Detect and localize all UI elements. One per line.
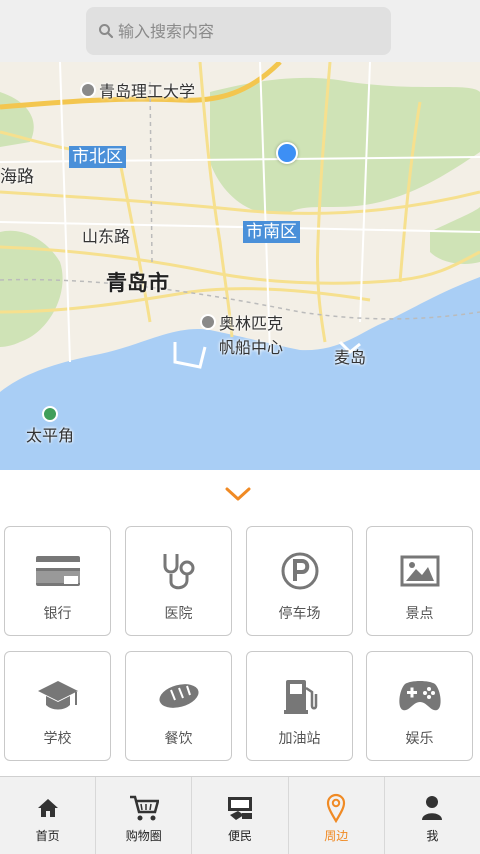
map-label-olympic-sailing-center[interactable]: 奥林匹克 帆船中心 — [200, 310, 283, 358]
map-label-taipingjiao[interactable]: 太平角 — [26, 406, 74, 446]
category-hospital[interactable]: 医院 — [125, 526, 232, 636]
category-food[interactable]: 餐饮 — [125, 651, 232, 761]
category-label: 学校 — [43, 731, 72, 747]
category-label: 停车场 — [278, 606, 321, 622]
location-pin-icon — [321, 793, 351, 823]
parking-icon — [276, 549, 324, 593]
fuel-pump-icon — [276, 674, 324, 718]
search-icon — [99, 24, 114, 39]
category-label: 医院 — [164, 606, 193, 622]
map-view[interactable]: 青岛理工大学 市北区 海路 山东路 市南区 青岛市 奥林匹克 帆船中心 麦岛 太… — [0, 62, 480, 470]
tab-label: 首页 — [35, 829, 60, 843]
tab-label: 我 — [426, 829, 439, 843]
category-label: 餐饮 — [164, 731, 193, 747]
map-label-maidao: 麦岛 — [334, 348, 367, 367]
category-label: 娱乐 — [405, 731, 434, 747]
university-label: 青岛理工大学 — [99, 82, 196, 101]
olympic-label-line1: 奥林匹克 — [219, 314, 284, 333]
map-label-road: 海路 — [0, 167, 34, 187]
picture-icon — [396, 549, 444, 593]
tab-nearby[interactable]: 周边 — [289, 777, 385, 854]
landmark-poi-icon — [200, 314, 216, 330]
tab-shopping[interactable]: 购物圈 — [96, 777, 193, 854]
user-icon — [417, 793, 447, 823]
bread-icon — [155, 674, 203, 718]
tab-label: 便民 — [228, 829, 253, 843]
map-label-shibei: 市北区 — [69, 146, 126, 168]
category-gas-station[interactable]: 加油站 — [246, 651, 353, 761]
service-icon — [225, 793, 255, 823]
stethoscope-icon — [155, 549, 203, 593]
search-bar — [0, 0, 480, 62]
home-icon — [33, 793, 63, 823]
olympic-label-line2: 帆船中心 — [219, 338, 284, 357]
category-entertainment[interactable]: 娱乐 — [366, 651, 473, 761]
category-scenic[interactable]: 景点 — [366, 526, 473, 636]
chevron-down-icon[interactable] — [225, 487, 251, 501]
tab-label: 周边 — [324, 829, 349, 843]
park-poi-icon — [42, 406, 58, 422]
current-location-marker — [276, 142, 298, 164]
category-label: 景点 — [405, 606, 434, 622]
credit-card-icon — [34, 549, 82, 593]
taipingjiao-label: 太平角 — [26, 426, 75, 445]
bottom-tab-bar: 首页 购物圈 便民 周边 我 — [0, 776, 480, 854]
category-label: 加油站 — [278, 731, 321, 747]
search-input[interactable] — [118, 21, 368, 41]
category-label: 银行 — [43, 606, 72, 622]
school-poi-icon — [80, 82, 96, 98]
map-label-shandong-road: 山东路 — [82, 227, 131, 246]
tab-service[interactable]: 便民 — [192, 777, 289, 854]
map-label-qingdao: 青岛市 — [106, 271, 169, 295]
tab-me[interactable]: 我 — [385, 777, 480, 854]
cart-icon — [129, 793, 159, 823]
category-bank[interactable]: 银行 — [4, 526, 111, 636]
graduation-cap-icon — [34, 674, 82, 718]
panel-toggle-row — [0, 470, 480, 518]
tab-home[interactable]: 首页 — [0, 777, 97, 854]
tab-label: 购物圈 — [125, 829, 162, 843]
category-parking[interactable]: 停车场 — [246, 526, 353, 636]
search-box[interactable] — [86, 7, 391, 55]
gamepad-icon — [396, 674, 444, 718]
map-label-university[interactable]: 青岛理工大学 — [80, 78, 195, 102]
category-school[interactable]: 学校 — [4, 651, 111, 761]
map-label-shinan: 市南区 — [243, 221, 300, 243]
category-grid: 银行 医院 停车场 景点 学校 餐饮 加油站 娱乐 — [0, 518, 480, 776]
